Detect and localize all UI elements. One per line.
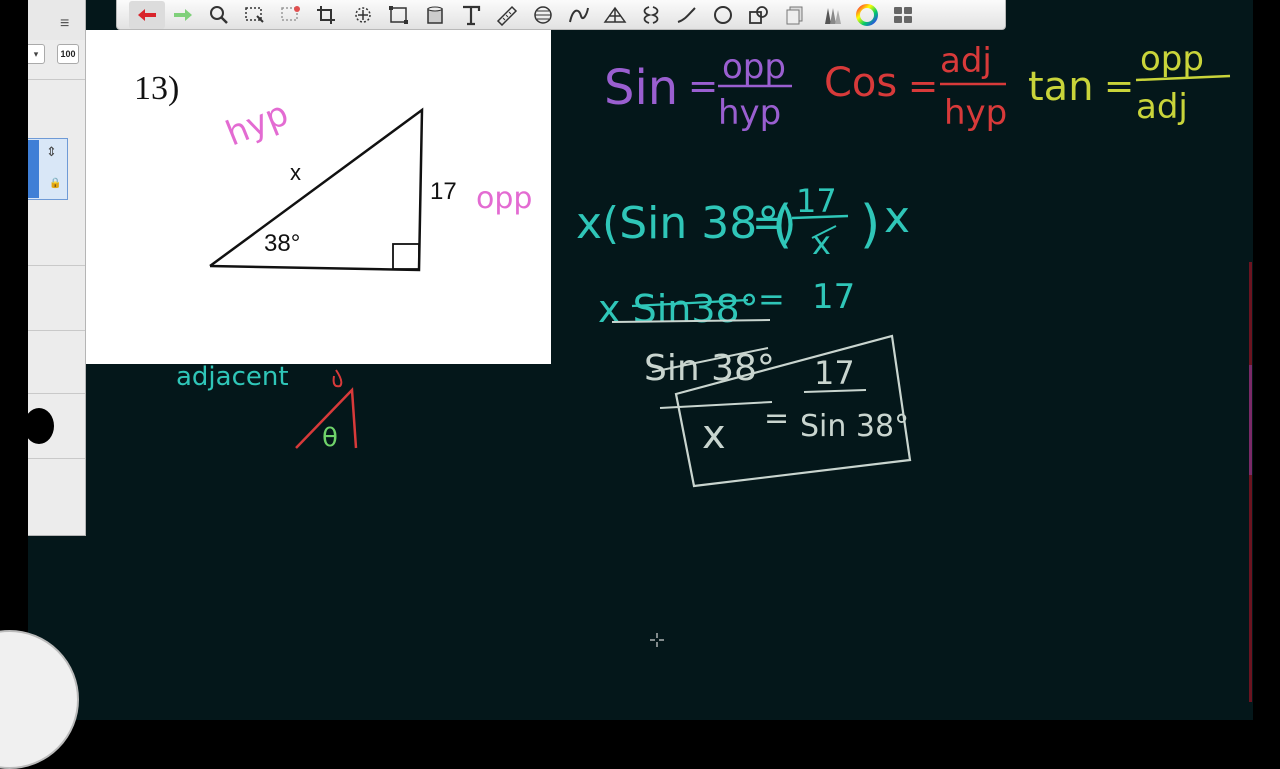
shapes-icon[interactable] [741, 1, 777, 29]
top-toolbar [116, 0, 1006, 30]
undo-icon[interactable] [129, 0, 165, 29]
canvas-edge-accent-2 [1249, 365, 1252, 475]
current-color-swatch[interactable] [24, 408, 54, 444]
right-black-margin [1253, 0, 1280, 720]
transform-icon[interactable] [345, 1, 381, 29]
perspective-guide-icon[interactable] [597, 1, 633, 29]
divider [28, 79, 85, 80]
distort-icon[interactable] [381, 1, 417, 29]
curve-guide-icon[interactable] [561, 1, 597, 29]
menu-icon[interactable]: ≡ [60, 16, 69, 32]
side-label-x: x [290, 160, 301, 185]
angle-label: 38° [264, 230, 301, 257]
dropdown-chevron-down-icon[interactable]: ▾ [28, 44, 45, 64]
marquee-clear-icon[interactable] [273, 1, 309, 29]
line-tool-icon[interactable] [669, 1, 705, 29]
color-wheel-icon[interactable] [849, 1, 885, 29]
divider [28, 265, 85, 266]
zoom-value-field[interactable]: 100 [57, 44, 79, 64]
symmetry-icon[interactable] [633, 1, 669, 29]
layer-lock-icon[interactable]: 🔒 [49, 178, 61, 189]
divider [28, 393, 85, 394]
panel-header [28, 0, 85, 40]
crosshair-cursor-icon [650, 633, 664, 647]
side-label-17: 17 [430, 178, 457, 205]
layer-thumbnail [28, 140, 39, 198]
ruler-icon[interactable] [489, 1, 525, 29]
circle-tool-icon[interactable] [705, 1, 741, 29]
crop-icon[interactable] [309, 1, 345, 29]
ellipse-guide-icon[interactable] [525, 1, 561, 29]
brushes-icon[interactable] [813, 1, 849, 29]
layer-reorder-icon[interactable]: ⇕ [46, 144, 57, 160]
redo-icon[interactable] [165, 1, 201, 29]
fill-bucket-icon[interactable] [417, 1, 453, 29]
text-icon[interactable] [453, 1, 489, 29]
copy-layer-icon[interactable] [777, 1, 813, 29]
selection-icon[interactable] [237, 1, 273, 29]
divider [28, 458, 85, 459]
layers-grid-icon[interactable] [885, 1, 921, 29]
zoom-icon[interactable] [201, 1, 237, 29]
canvas-edge-accent [1249, 262, 1252, 702]
left-black-margin [0, 0, 28, 720]
triangle-figure [209, 107, 424, 272]
left-tool-panel: ≡ ▾ 100 ⇕ 🔒 [24, 0, 86, 536]
worksheet-image: 13) x 17 38° [86, 30, 551, 364]
divider [28, 330, 85, 331]
